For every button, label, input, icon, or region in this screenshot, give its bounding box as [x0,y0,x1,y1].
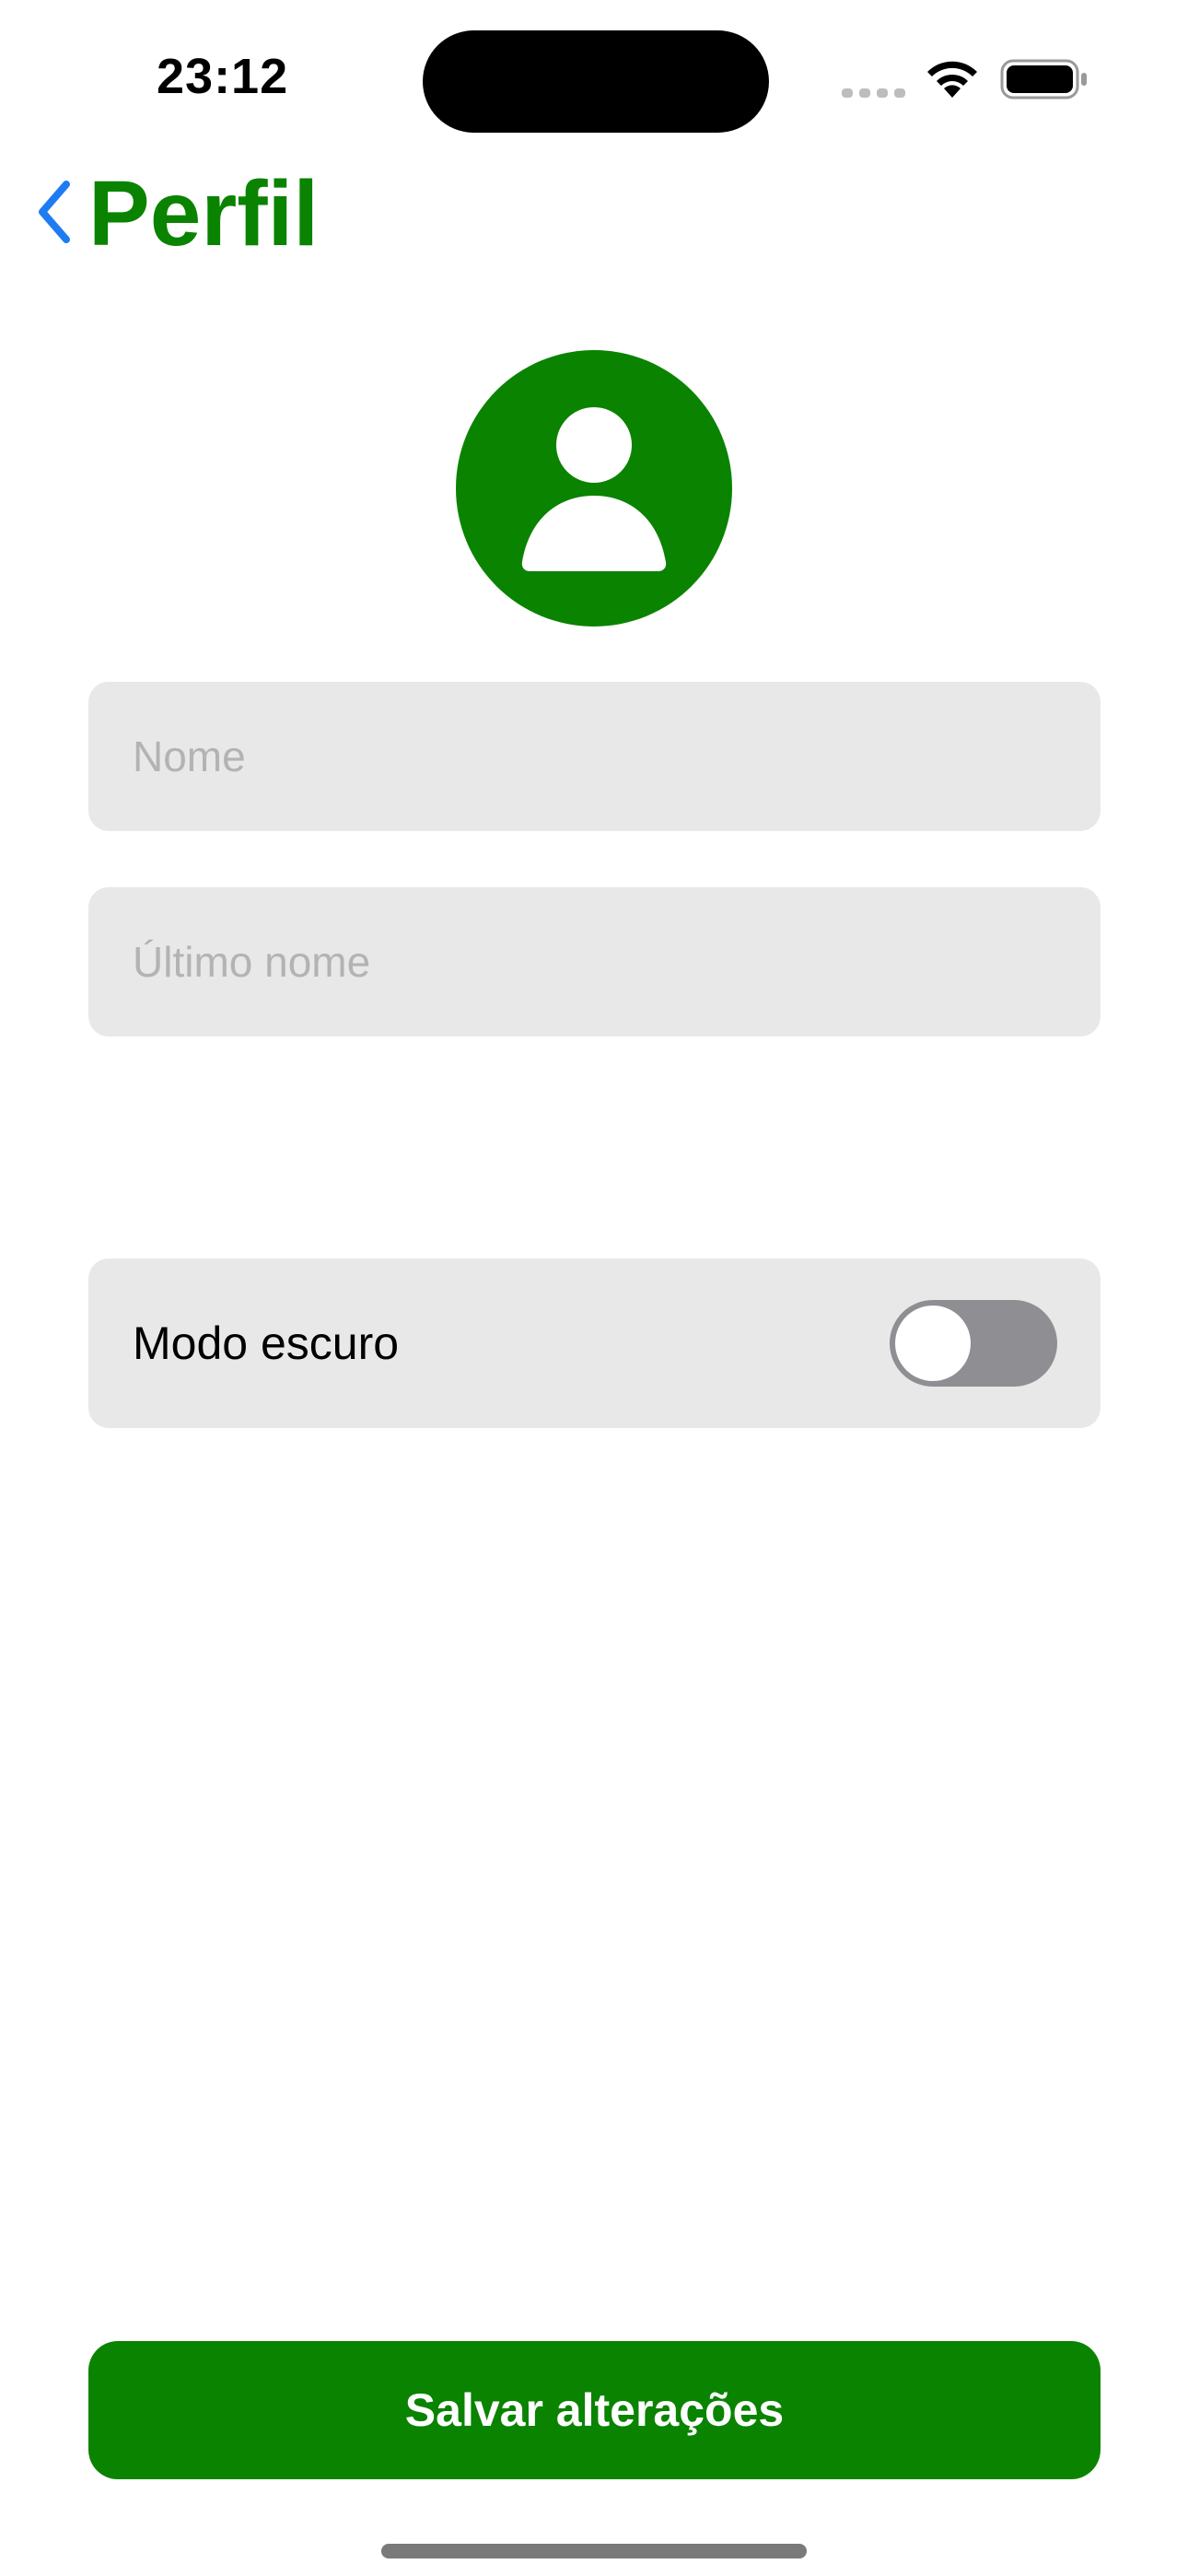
dark-mode-row: Modo escuro [88,1259,1101,1428]
signal-icon [842,88,906,101]
battery-icon [1000,59,1087,100]
avatar[interactable] [456,350,732,626]
save-changes-button[interactable]: Salvar alterações [88,2341,1101,2479]
page-title: Perfil [88,162,320,265]
dark-mode-toggle[interactable] [890,1300,1057,1387]
person-icon [521,407,667,571]
back-button[interactable] [31,175,77,249]
status-time: 23:12 [157,49,289,104]
wifi-icon [927,61,977,98]
last-name-input[interactable] [88,887,1101,1036]
first-name-input[interactable] [88,682,1101,831]
chevron-left-icon [39,181,70,243]
home-indicator[interactable] [381,2544,807,2558]
profile-screen: 23:12 Perfil Modo escuro Salvar [0,0,1188,2576]
dynamic-island [423,30,769,133]
dark-mode-label: Modo escuro [133,1317,400,1369]
toggle-knob [895,1306,971,1381]
